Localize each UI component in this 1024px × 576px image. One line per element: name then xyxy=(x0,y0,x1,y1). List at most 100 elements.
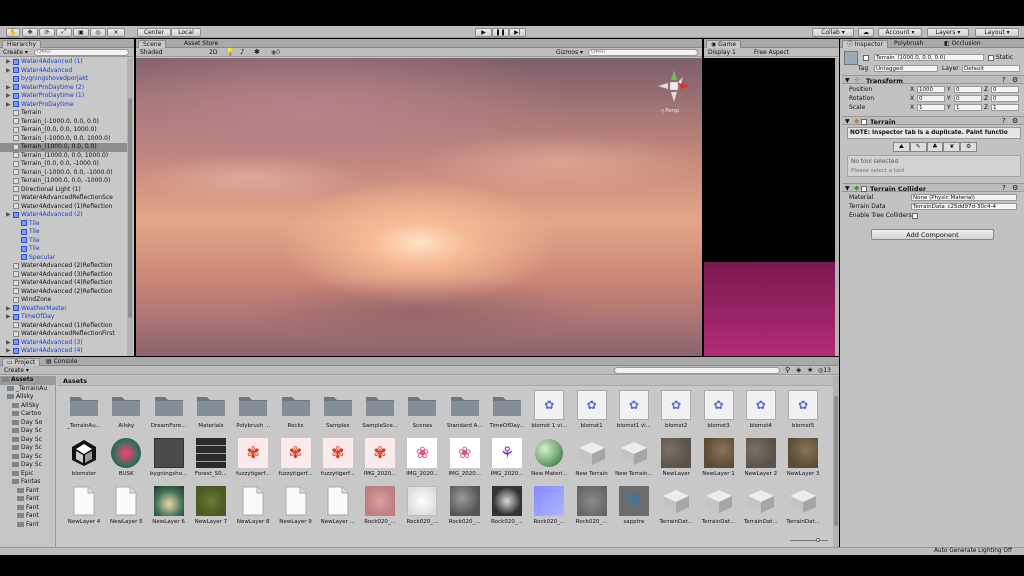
folder-tree-item[interactable]: Day Sc xyxy=(0,453,55,462)
asset-item[interactable]: DreamFore... xyxy=(150,389,188,429)
asset-item[interactable]: ✾ fuzzytigerf... xyxy=(319,437,357,477)
asset-item[interactable]: SampleSce... xyxy=(361,389,399,429)
folder-tree-item[interactable]: Fantas xyxy=(0,478,55,487)
asset-item[interactable]: ✾ fuzzytigerf... xyxy=(277,437,315,477)
transform-header[interactable]: ▼ ⊹ Transform ? ⚙ xyxy=(842,75,1024,85)
hierarchy-row[interactable]: Tile xyxy=(0,237,127,246)
hierarchy-row[interactable]: WindZone xyxy=(0,296,127,305)
asset-item[interactable]: NewLayer 5 xyxy=(107,485,145,525)
tab-asset-store[interactable]: Asset Store xyxy=(180,40,222,48)
hierarchy-row[interactable]: Water4Advanced (1)Reflection xyxy=(0,203,127,212)
asset-item[interactable]: ❀ IMG_2020... xyxy=(446,437,484,477)
hierarchy-row[interactable]: Tile xyxy=(0,228,127,237)
folder-tree-item[interactable]: Assets xyxy=(0,376,55,385)
asset-item[interactable]: Forest_S0... xyxy=(192,437,230,477)
axis-z-label[interactable]: Z xyxy=(984,95,988,102)
hierarchy-row[interactable]: Water4Advanced (4)Reflection xyxy=(0,279,127,288)
expand-arrow-icon[interactable]: ▶ xyxy=(6,92,13,101)
axis-x-label[interactable]: X xyxy=(910,95,914,102)
asset-item[interactable]: BUSK xyxy=(107,437,145,477)
hierarchy-row[interactable]: ▶ WaterProDaytime xyxy=(0,101,127,110)
terrain-settings-tool[interactable]: ⚙ xyxy=(960,142,977,152)
audio-icon[interactable]: ♪ xyxy=(240,48,244,56)
hierarchy-row[interactable]: Water4Advanced (3)Reflection xyxy=(0,271,127,280)
collider-enabled-checkbox[interactable] xyxy=(861,185,867,193)
expand-arrow-icon[interactable]: ▶ xyxy=(6,101,13,110)
display-dropdown[interactable]: Display 1 xyxy=(708,49,736,56)
folder-tree-item[interactable]: _TerrainAu xyxy=(0,385,55,394)
hierarchy-row[interactable]: Water4Advanced (2)Reflection xyxy=(0,262,127,271)
hierarchy-row[interactable]: ▶ Water4Advanced (3) xyxy=(0,339,127,348)
axis-x-label[interactable]: X xyxy=(910,104,914,111)
asset-item[interactable]: TimeOfDay... xyxy=(488,389,526,429)
breadcrumb-assets[interactable]: Assets xyxy=(63,377,87,385)
play-button[interactable]: ▶ xyxy=(475,27,492,37)
asset-item[interactable]: NewLayer 9 xyxy=(277,485,315,525)
object-name-field[interactable]: Terrain_(1000.0, 0.0, 0.0) xyxy=(874,54,984,61)
hierarchy-row[interactable]: Terrain_(-1000.0, 0.0, -1000.0) xyxy=(0,169,127,178)
asset-item[interactable]: Samples xyxy=(319,389,357,429)
hierarchy-row[interactable]: bygningshovedporjakt xyxy=(0,75,127,84)
rotation-x-field[interactable]: 0 xyxy=(917,95,945,102)
hierarchy-row[interactable]: Tile xyxy=(0,220,127,229)
asset-item[interactable]: _TerrainAu... xyxy=(65,389,103,429)
expand-arrow-icon[interactable]: ▶ xyxy=(6,313,13,322)
folder-tree-item[interactable]: Epic xyxy=(0,470,55,479)
add-component-button[interactable]: Add Component xyxy=(871,229,994,240)
scene-visibility-icon[interactable]: ◉0 xyxy=(271,49,280,56)
asset-item[interactable]: Rock020_... xyxy=(403,485,441,525)
folder-tree-item[interactable]: Day Sc xyxy=(0,427,55,436)
asset-item[interactable]: Allsky xyxy=(107,389,145,429)
asset-item[interactable]: TerrainDat... xyxy=(784,485,822,525)
hierarchy-row[interactable]: Terrain_(0.0, 0.0, -1000.0) xyxy=(0,160,127,169)
expand-arrow-icon[interactable]: ▶ xyxy=(6,58,13,67)
project-search-input[interactable] xyxy=(614,367,780,374)
pause-button[interactable]: ❚❚ xyxy=(492,27,509,37)
asset-item[interactable]: New Terrain xyxy=(573,437,611,477)
hierarchy-scrollbar[interactable] xyxy=(127,58,133,356)
hierarchy-row[interactable]: Specular xyxy=(0,254,127,263)
folder-tree-item[interactable]: Fant xyxy=(0,495,55,504)
project-scrollbar[interactable] xyxy=(833,376,839,547)
layout-button[interactable]: Layout ▾ xyxy=(975,27,1019,37)
axis-z-label[interactable]: Z xyxy=(984,104,988,111)
scene-viewport[interactable]: ◁ Persp xyxy=(136,58,702,356)
asset-item[interactable]: NewLayer 4 xyxy=(65,485,103,525)
asset-item[interactable]: Rock020_... xyxy=(488,485,526,525)
hierarchy-row[interactable]: Water4AdvancedReflectionSce xyxy=(0,194,127,203)
terrain-header[interactable]: ▼ ◆ Terrain ? ⚙ xyxy=(842,116,1024,126)
hierarchy-row[interactable]: Water4Advanced (1)Reflection xyxy=(0,322,127,331)
tab-occlusion[interactable]: ◧ Occlusion xyxy=(940,40,985,48)
asset-item[interactable]: NewLayer 3 xyxy=(784,437,822,477)
light-icon[interactable]: 💡 xyxy=(226,48,235,56)
asset-item[interactable]: ✿ blomst1 vi... xyxy=(615,389,653,429)
component-settings-icon[interactable]: ⚙ xyxy=(1012,76,1018,84)
search-by-label-icon[interactable]: ◈ xyxy=(796,366,801,374)
expand-arrow-icon[interactable]: ▶ xyxy=(6,67,13,76)
scale-y-field[interactable]: 1 xyxy=(954,104,982,111)
tab-console[interactable]: ▤ Console xyxy=(42,358,81,366)
asset-item[interactable]: TerrainDat... xyxy=(742,485,780,525)
asset-item[interactable]: Rock020_... xyxy=(361,485,399,525)
asset-item[interactable]: Rocks xyxy=(277,389,315,429)
asset-item[interactable]: NewLayer 6 xyxy=(150,485,188,525)
game-scrollbar[interactable] xyxy=(835,58,839,356)
hierarchy-row[interactable]: Terrain_(-1000.0, 0.0, 0.0) xyxy=(0,118,127,127)
asset-item[interactable]: NewLayer ... xyxy=(319,485,357,525)
hierarchy-row[interactable]: Water4AdvancedReflectionFirst xyxy=(0,330,127,339)
game-viewport[interactable] xyxy=(704,58,835,356)
scene-search-input[interactable]: Q▾All xyxy=(588,49,698,56)
asset-item[interactable]: blomster xyxy=(65,437,103,477)
folder-tree-item[interactable]: Fant xyxy=(0,521,55,530)
asset-item[interactable]: bygningsho... xyxy=(150,437,188,477)
asset-item[interactable]: Materials xyxy=(192,389,230,429)
hierarchy-row[interactable]: Water4Advanced (2)Reflection xyxy=(0,288,127,297)
axis-z-label[interactable]: Z xyxy=(984,86,988,93)
paint-details-tool[interactable]: ❦ xyxy=(943,142,961,152)
paint-texture-tool[interactable]: ✎ xyxy=(909,142,927,152)
pivot-local-button[interactable]: Local xyxy=(171,27,201,37)
hierarchy-row[interactable]: Terrain_(1000.0, 0.0, 1000.0) xyxy=(0,152,127,161)
hierarchy-row[interactable]: Terrain_(1000.0, 0.0, 0.0) xyxy=(0,143,127,152)
tab-game[interactable]: ◉ Game xyxy=(706,40,742,48)
layers-button[interactable]: Layers ▾ xyxy=(927,27,969,37)
